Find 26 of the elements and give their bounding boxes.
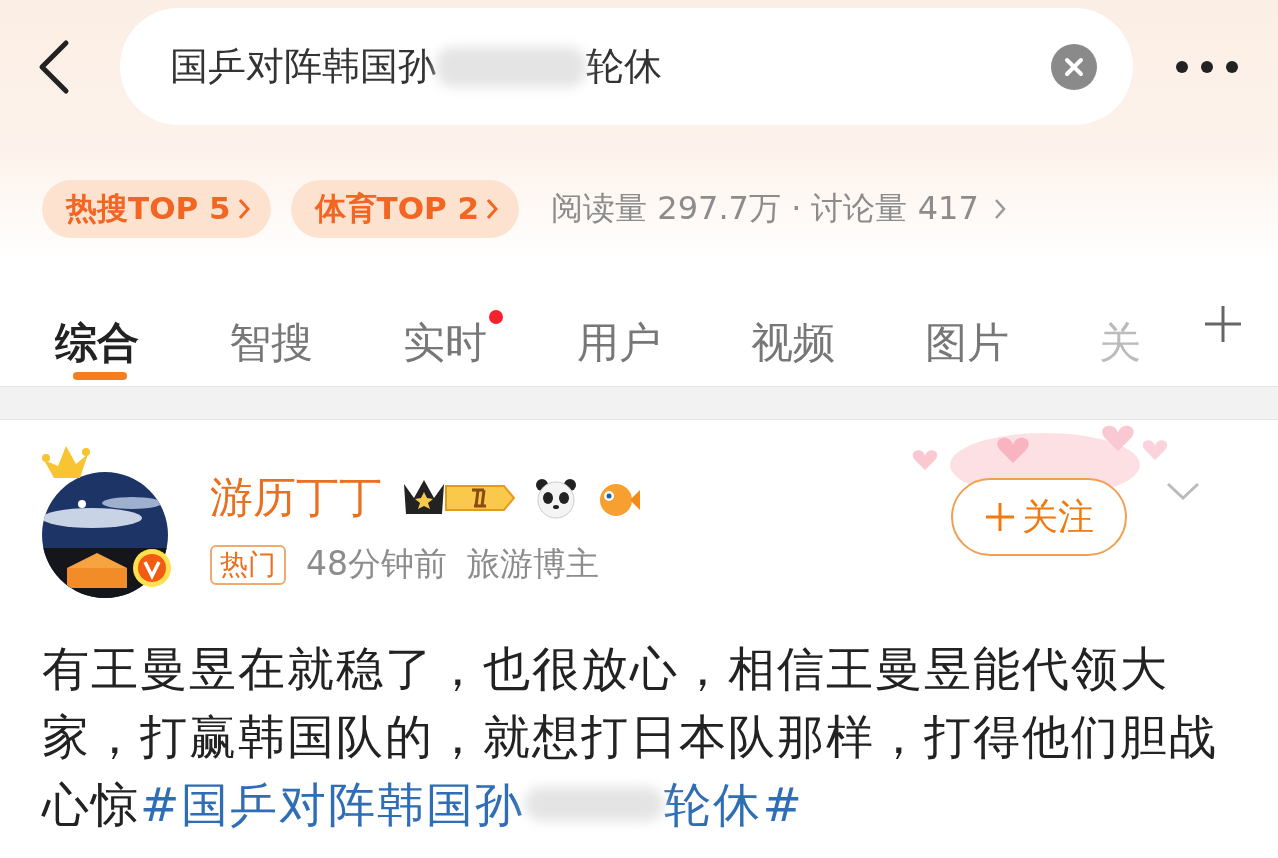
tab[interactable]: 智搜	[229, 300, 403, 386]
tab[interactable]: 用户	[577, 300, 751, 386]
panda-icon	[534, 476, 578, 520]
chevron-icon[interactable]	[992, 197, 1007, 221]
clear-icon[interactable]	[1051, 43, 1097, 90]
stats-text: 阅读量 297.7万 · 讨论量 417	[551, 188, 979, 229]
hashtag-link[interactable]: #国乒对阵韩国孙 轮休#	[140, 777, 804, 832]
crown-icon	[42, 446, 90, 478]
post-text: 有王曼昱在就稳了，也很放心，相信王曼昱能代领大家，打赢韩国队的，就想打日本队那样，打得他们胆战心惊#国乒对阵韩国孙 轮休#	[42, 640, 1219, 834]
hot-tag: 热门	[210, 544, 286, 585]
more-icon[interactable]	[1175, 59, 1239, 74]
search-field[interactable]: 国乒对阵韩国孙 轮休	[120, 8, 1133, 125]
add-icon[interactable]	[1203, 304, 1243, 344]
post-time: 48分钟前	[306, 543, 447, 585]
search-query: 轮休	[586, 43, 662, 90]
tab[interactable]: 图片	[925, 300, 1099, 386]
follow-button[interactable]: 关注	[951, 478, 1127, 556]
author-name[interactable]: 游历丁丁	[210, 469, 382, 527]
plus-icon	[984, 501, 1016, 533]
tab[interactable]: 实时	[403, 300, 577, 386]
rank-badge[interactable]: 体育TOP 2	[290, 180, 520, 238]
tab[interactable]: 综合	[55, 300, 229, 386]
author-role: 旅游博主	[467, 543, 599, 585]
rank-badge[interactable]: 热搜TOP 5	[42, 180, 271, 238]
search-query: 国乒对阵韩国孙	[170, 43, 436, 90]
tab[interactable]: 视频	[751, 300, 925, 386]
